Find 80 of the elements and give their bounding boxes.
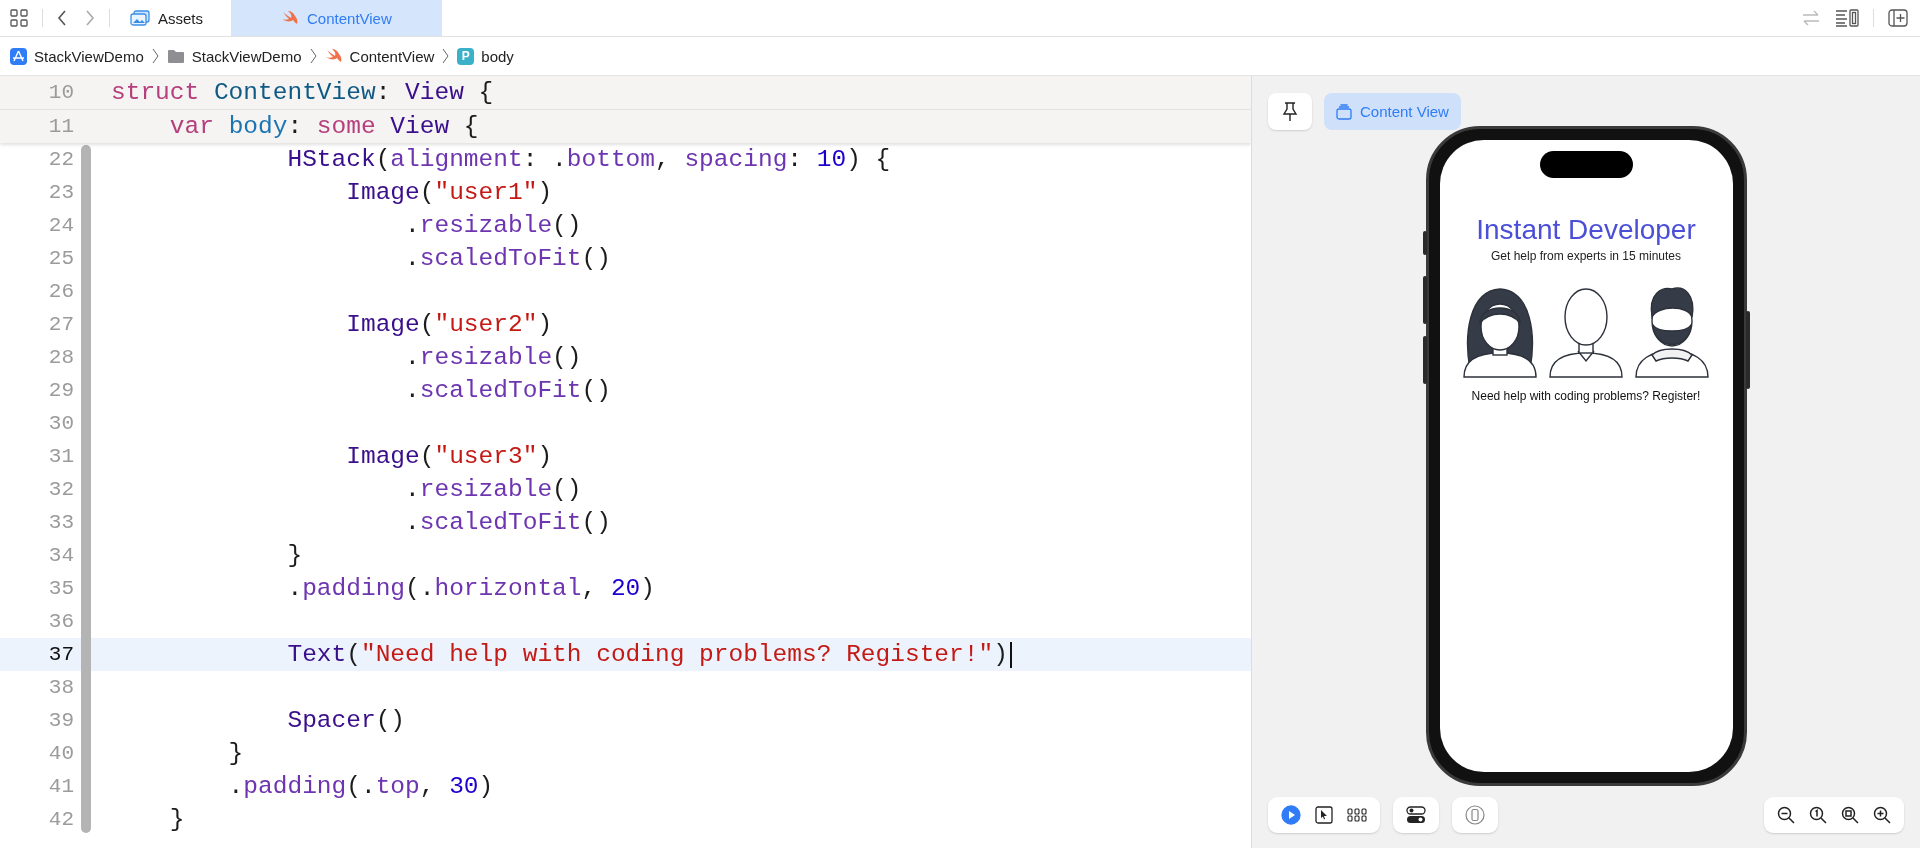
line-number: 30 <box>47 412 75 435</box>
text-cursor <box>1009 641 1012 668</box>
code-line: struct ContentView: View { <box>111 79 494 106</box>
line-number: 27 <box>47 313 75 336</box>
device-button[interactable] <box>1452 797 1498 833</box>
live-preview-icon[interactable] <box>1281 805 1301 825</box>
code-line: .scaledToFit() <box>404 377 611 404</box>
line-number: 22 <box>47 148 75 171</box>
line-number: 36 <box>47 610 75 633</box>
line-number: 40 <box>47 742 75 765</box>
property-badge: P <box>457 47 475 65</box>
breadcrumb-label: StackViewDemo <box>34 47 144 65</box>
code-line: var body: some View { <box>168 113 479 140</box>
line-number: 28 <box>47 346 75 369</box>
folder-icon <box>166 48 185 64</box>
line-number: 42 <box>47 808 75 831</box>
code-line: .resizable() <box>404 476 582 503</box>
stack-icon <box>1336 103 1352 120</box>
editor-options-icon[interactable] <box>1835 9 1859 27</box>
photos-icon <box>130 10 150 26</box>
editor-tab[interactable]: ContentView <box>231 0 442 36</box>
code-line: .resizable() <box>404 212 582 239</box>
line-number: 26 <box>47 280 75 303</box>
zoom-out-icon[interactable] <box>1777 806 1795 824</box>
add-panel-icon[interactable] <box>1888 9 1908 27</box>
bird-icon <box>324 48 343 64</box>
chevron-icon <box>151 48 159 64</box>
app-title: Instant Developer <box>1476 214 1696 246</box>
line-number: 11 <box>47 115 75 138</box>
code-line: Spacer() <box>286 707 406 734</box>
app-subtitle: Get help from experts in 15 minutes <box>1490 249 1682 263</box>
code-line: } <box>227 740 244 767</box>
line-number: 41 <box>47 775 75 798</box>
preview-scheme-button[interactable]: Content View <box>1324 93 1461 130</box>
chevron-icon <box>309 48 317 64</box>
line-number: 31 <box>47 445 75 468</box>
zoom-to-fit-icon[interactable] <box>1841 806 1859 824</box>
editor-tab[interactable]: Assets <box>130 0 231 36</box>
line-number: 29 <box>47 379 75 402</box>
code-line: Image("user3") <box>345 443 553 470</box>
line-number: 25 <box>47 247 75 270</box>
breadcrumb-label: StackViewDemo <box>191 47 302 65</box>
grid-icon[interactable] <box>10 9 28 27</box>
app-caption: Need help with coding problems? Register! <box>1471 389 1701 403</box>
code-line: } <box>168 806 185 833</box>
line-number: 34 <box>47 544 75 567</box>
code-line: HStack(alignment: .bottom, spacing: 10) { <box>286 146 891 173</box>
code-line: Text("Need help with coding problems? Register!") <box>286 641 1008 668</box>
line-number: 32 <box>47 478 75 501</box>
breadcrumb-label: body <box>481 47 514 65</box>
zoom-actual-size-icon[interactable] <box>1809 806 1827 824</box>
zoom-in-icon[interactable] <box>1873 806 1891 824</box>
device-icon <box>1465 805 1485 825</box>
code-line: } <box>286 542 303 569</box>
app-icon <box>10 47 27 65</box>
code-line: .padding(.top, 30) <box>227 773 494 800</box>
pin-icon <box>1282 101 1298 122</box>
line-number: 23 <box>47 181 75 204</box>
line-number: 33 <box>47 511 75 534</box>
variants-icon[interactable] <box>1347 808 1367 822</box>
line-number: 39 <box>47 709 75 732</box>
code-line: Image("user2") <box>345 311 553 338</box>
line-number: 10 <box>47 81 75 104</box>
toggles-icon <box>1406 805 1426 825</box>
back-icon[interactable] <box>57 9 67 27</box>
pin-button[interactable] <box>1268 93 1312 130</box>
line-number: 35 <box>47 577 75 600</box>
chevron-icon <box>442 48 450 64</box>
code-line: .scaledToFit() <box>404 245 611 272</box>
line-number: 38 <box>47 676 75 699</box>
code-line: .scaledToFit() <box>404 509 611 536</box>
settings-button[interactable] <box>1393 797 1439 833</box>
code-line: .padding(.horizontal, 20) <box>286 575 655 602</box>
code-line: .resizable() <box>404 344 582 371</box>
bird-icon <box>281 10 299 26</box>
line-number: 24 <box>47 214 75 237</box>
pointer-icon[interactable] <box>1315 806 1333 824</box>
line-number: 37 <box>47 643 75 666</box>
breadcrumb-label: ContentView <box>349 47 435 65</box>
code-line: Image("user1") <box>345 179 553 206</box>
